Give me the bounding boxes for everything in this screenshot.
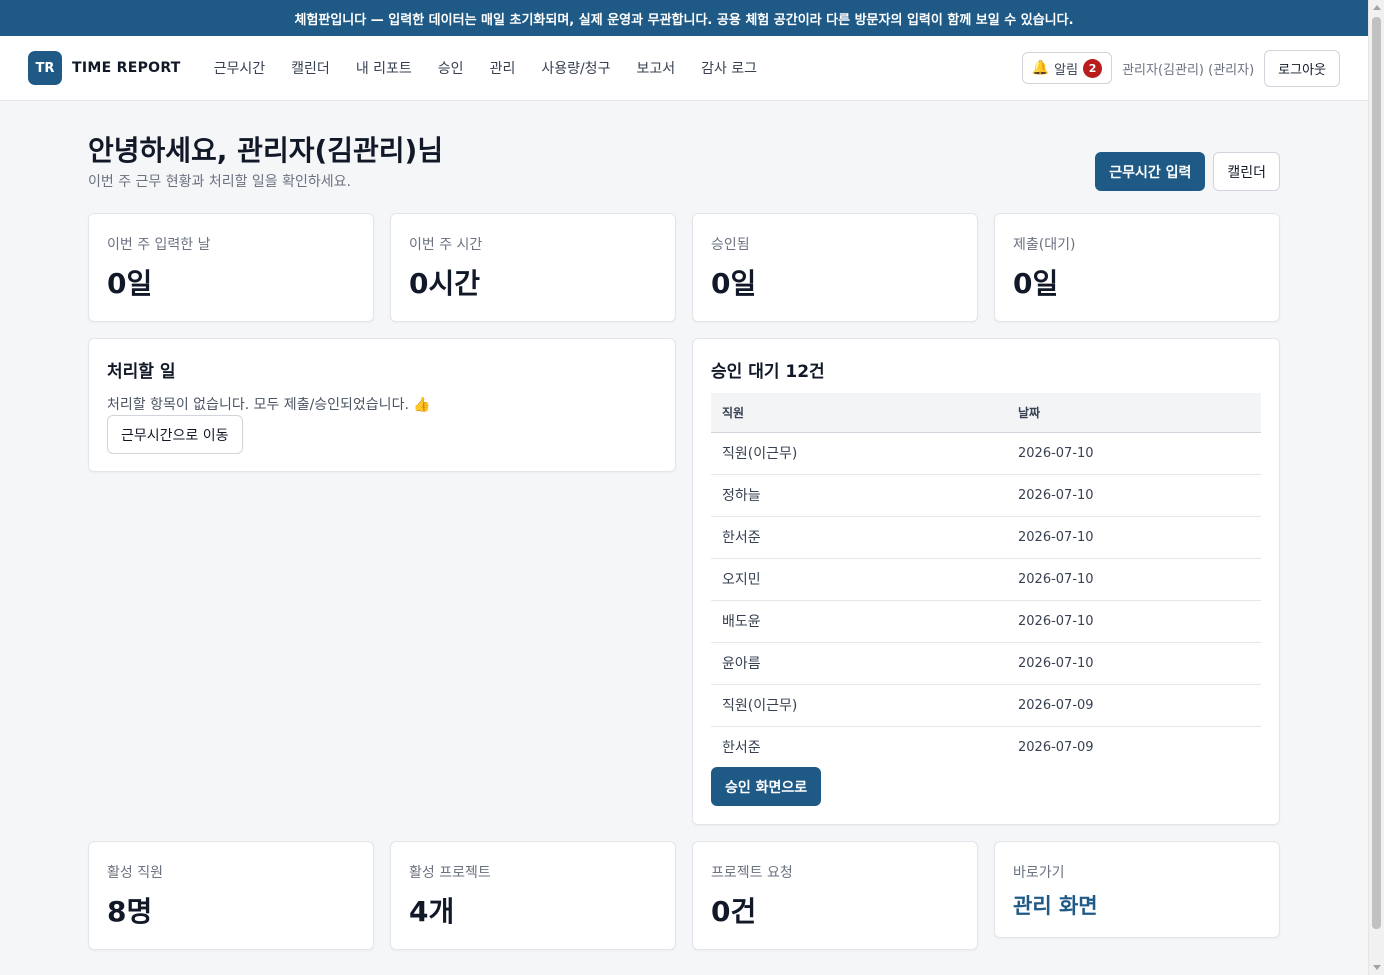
table-row[interactable]: 직원(이근무) 2026-07-09 [711,684,1261,727]
column-employee: 직원 [711,393,1007,433]
logout-button[interactable]: 로그아웃 [1264,49,1340,87]
stat-card-submitted: 제출(대기) 0일 [994,213,1280,322]
table-row[interactable]: 오지민 2026-07-10 [711,558,1261,601]
column-date: 날짜 [1007,393,1261,433]
table-row[interactable]: 한서준 2026-07-10 [711,516,1261,559]
calendar-button[interactable]: 캘린더 [1213,152,1280,191]
approvals-title: 승인 대기 12건 [711,362,825,382]
date-cell: 2026-07-10 [1007,474,1261,517]
employee-cell: 정하늘 [711,474,1007,517]
stat-label: 프로젝트 요청 [711,865,793,881]
bell-icon: 🔔 [1031,60,1050,76]
date-cell: 2026-07-09 [1018,739,1094,755]
scroll-down-icon[interactable] [1373,965,1381,970]
employee-cell: 직원(이근무) [711,684,1007,727]
nav-item-worktime[interactable]: 근무시간 [201,58,279,78]
stat-value: 0시간 [409,267,481,300]
nav-item-approval[interactable]: 승인 [425,58,477,78]
stat-card-approved: 승인됨 0일 [692,213,978,322]
stat-card-weekly-hours: 이번 주 시간 0시간 [390,213,676,322]
go-to-approvals-button[interactable]: 승인 화면으로 [711,767,822,806]
employee-cell: 직원(이근무) [711,432,1007,475]
stat-label: 활성 직원 [107,865,163,881]
stat-card-days-entered: 이번 주 입력한 날 0일 [88,213,374,322]
brand-logo[interactable]: TR TIME REPORT [28,51,181,85]
shortcut-label: 바로가기 [1013,865,1065,881]
enter-worktime-button[interactable]: 근무시간 입력 [1095,152,1206,191]
stat-label: 이번 주 시간 [409,237,483,253]
stat-card-project-requests: 프로젝트 요청 0건 [692,841,978,950]
nav-item-reports[interactable]: 보고서 [623,58,688,78]
date-cell: 2026-07-10 [1007,516,1261,559]
table-header-row: 직원 날짜 [711,393,1261,433]
brand-name: TIME REPORT [72,60,181,76]
stat-value: 8명 [107,895,153,928]
page-actions: 근무시간 입력 캘린더 [1095,152,1280,191]
todo-message: 처리할 항목이 없습니다. 모두 제출/승인되었습니다. 👍 [107,397,431,413]
shortcut-card: 바로가기 관리 화면 [994,841,1280,938]
date-cell: 2026-07-10 [1007,558,1261,601]
stat-label: 이번 주 입력한 날 [107,237,211,253]
nav-item-my-report[interactable]: 내 리포트 [343,58,425,78]
page-title: 안녕하세요, 관리자(김관리)님 [88,134,444,167]
date-cell: 2026-07-09 [1007,684,1261,727]
nav-menu: 근무시간 캘린더 내 리포트 승인 관리 사용량/청구 보고서 감사 로그 [201,58,770,78]
stat-value: 0일 [711,267,757,300]
notifications-count-badge: 2 [1083,58,1103,78]
approvals-card: 승인 대기 12건 직원 날짜 직원(이근무) 2026-07-10 정하늘 202… [692,338,1280,825]
todo-title: 처리할 일 [107,362,176,382]
nav-item-calendar[interactable]: 캘린더 [278,58,343,78]
table-row[interactable]: 윤아름 2026-07-10 [711,642,1261,685]
current-user: 관리자(김관리) (관리자) [1122,62,1255,78]
stat-card-active-employees: 활성 직원 8명 [88,841,374,950]
nav-item-audit-log[interactable]: 감사 로그 [688,58,770,78]
date-cell: 2026-07-10 [1007,600,1261,643]
table-row[interactable]: 정하늘 2026-07-10 [711,474,1261,517]
employee-cell: 한서준 [722,740,761,757]
scrollbar-thumb[interactable] [1372,17,1381,929]
employee-cell: 윤아름 [711,642,1007,685]
demo-banner: 체험판입니다 — 입력한 데이터는 매일 초기화되며, 실제 운영과 무관합니다… [0,0,1368,36]
table-row[interactable]: 한서준 2026-07-09 [711,726,1261,768]
approvals-table: 직원 날짜 직원(이근무) 2026-07-10 정하늘 2026-07-10 한서… [711,393,1261,768]
date-cell: 2026-07-10 [1007,432,1261,475]
table-row[interactable]: 배도윤 2026-07-10 [711,600,1261,643]
nav-item-usage-billing[interactable]: 사용량/청구 [528,58,623,78]
stat-label: 활성 프로젝트 [409,865,491,881]
go-to-worktime-button[interactable]: 근무시간으로 이동 [107,415,243,454]
table-row[interactable]: 직원(이근무) 2026-07-10 [711,432,1261,475]
stat-value: 0건 [711,895,757,928]
stat-value: 0일 [1013,267,1059,300]
employee-cell: 배도윤 [711,600,1007,643]
scroll-up-icon[interactable] [1373,5,1381,10]
stat-label: 제출(대기) [1013,237,1076,253]
page-subtitle: 이번 주 근무 현황과 처리할 일을 확인하세요. [88,174,351,190]
admin-screen-link[interactable]: 관리 화면 [1013,890,1098,920]
stat-card-active-projects: 활성 프로젝트 4개 [390,841,676,950]
date-cell: 2026-07-10 [1007,642,1261,685]
stat-value: 4개 [409,895,455,928]
employee-cell: 한서준 [711,516,1007,559]
logo-badge: TR [28,51,62,85]
page-scrollbar[interactable] [1368,0,1384,975]
banner-text: 체험판입니다 — 입력한 데이터는 매일 초기화되며, 실제 운영과 무관합니다… [294,12,1074,28]
nav-right: 🔔 알림 2 관리자(김관리) (관리자) 로그아웃 [1021,49,1340,87]
todo-card: 처리할 일 처리할 항목이 없습니다. 모두 제출/승인되었습니다. 👍 근무시… [88,338,676,472]
nav-item-admin[interactable]: 관리 [477,58,529,78]
top-navigation: TR TIME REPORT 근무시간 캘린더 내 리포트 승인 관리 사용량/… [0,36,1368,101]
stat-label: 승인됨 [711,237,750,253]
notifications-button[interactable]: 🔔 알림 2 [1021,52,1113,84]
stat-value: 0일 [107,267,153,300]
notifications-label: 알림 [1054,62,1079,78]
employee-cell: 오지민 [711,558,1007,601]
